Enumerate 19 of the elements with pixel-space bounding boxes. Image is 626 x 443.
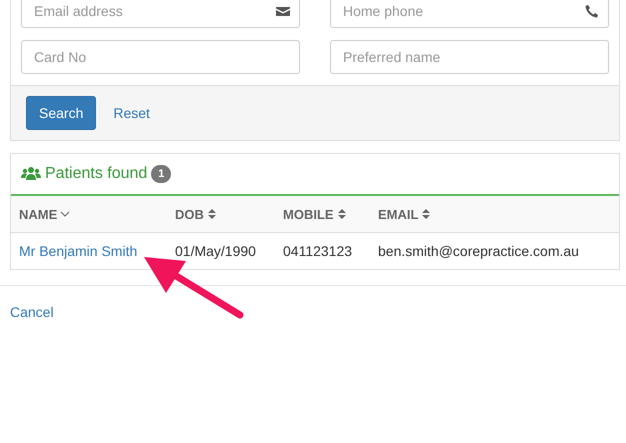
input-field[interactable]: Card No: [21, 40, 300, 74]
input-field[interactable]: Home phone: [330, 0, 609, 28]
search-button[interactable]: Search: [26, 96, 96, 130]
count-badge: 1: [151, 165, 172, 183]
column-header[interactable]: NAME: [19, 206, 70, 222]
input-field[interactable]: Preferred name: [330, 40, 609, 74]
column-header[interactable]: DOB: [175, 206, 217, 222]
table-cell: ben.smith@corepractice.com.au: [378, 243, 579, 259]
phone-icon: [585, 4, 599, 18]
input-field[interactable]: Email address: [21, 0, 300, 28]
cancel-link[interactable]: Cancel: [10, 304, 54, 320]
envelope-icon: [276, 4, 290, 18]
reset-link[interactable]: Reset: [113, 105, 150, 121]
table-cell: 041123123: [283, 243, 352, 259]
panel-title: Patients found: [45, 165, 148, 183]
column-header[interactable]: EMAIL: [378, 206, 432, 222]
table-cell: 01/May/1990: [175, 243, 256, 259]
users-icon: [21, 166, 41, 182]
patient-link[interactable]: Mr Benjamin Smith: [19, 243, 138, 259]
